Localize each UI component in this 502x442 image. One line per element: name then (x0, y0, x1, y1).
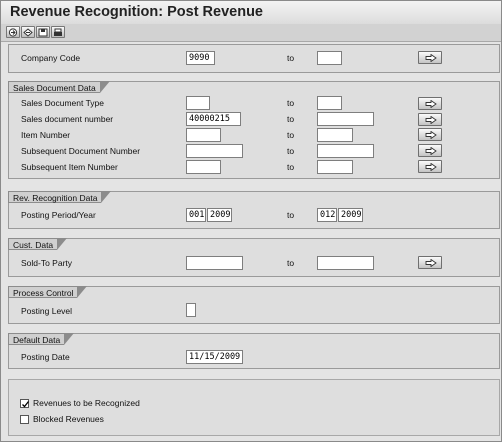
revenues-to-be-recognized-label: Revenues to be Recognized (33, 398, 140, 408)
rev-recognition-data-title: Rev. Recognition Data (8, 191, 112, 203)
default-data-title: Default Data (8, 333, 75, 345)
to-label: to (287, 98, 295, 108)
subsequent-item-number-multiple-selection-button[interactable] (418, 160, 442, 173)
subsequent-item-number-label: Subsequent Item Number (21, 162, 118, 172)
execute-button[interactable] (6, 26, 20, 38)
checkmark-icon (22, 401, 30, 408)
window-frame: Revenue Recognition: Post Revenue Compan… (0, 0, 502, 442)
to-label: to (287, 258, 295, 268)
posting-year-to-input[interactable]: 2009 (338, 208, 363, 222)
subsequent-document-number-to-input[interactable] (317, 144, 374, 158)
sold-to-party-label: Sold-To Party (21, 258, 73, 268)
arrow-right-icon (425, 131, 437, 139)
save-icon (38, 28, 48, 37)
posting-date-input[interactable]: 11/15/2009 (186, 350, 243, 364)
sales-document-type-to-input[interactable] (317, 96, 342, 110)
page-title: Revenue Recognition: Post Revenue (10, 4, 263, 20)
title-bar: Revenue Recognition: Post Revenue (1, 1, 501, 25)
sold-to-party-to-input[interactable] (317, 256, 374, 270)
variant-icon (23, 28, 33, 37)
arrow-right-icon (425, 116, 437, 124)
sales-document-number-label: Sales document number (21, 114, 114, 124)
sold-to-party-from-input[interactable] (186, 256, 243, 270)
to-label: to (287, 146, 295, 156)
subsequent-item-number-to-input[interactable] (317, 160, 353, 174)
subsequent-item-number-from-input[interactable] (186, 160, 221, 174)
get-variant-button[interactable] (21, 26, 35, 38)
item-number-from-input[interactable] (186, 128, 221, 142)
application-toolbar (1, 24, 501, 42)
process-control-title: Process Control (8, 286, 89, 298)
print-button[interactable] (51, 26, 65, 38)
rev-recognition-data-group: Rev. Recognition Data Posting Period/Yea… (8, 191, 500, 229)
company-code-label: Company Code (21, 53, 81, 63)
sales-document-data-group: Sales Document Data Sales Document Type … (8, 81, 500, 179)
to-label: to (287, 162, 295, 172)
subsequent-document-number-from-input[interactable] (186, 144, 243, 158)
to-label: to (287, 114, 295, 124)
item-number-label: Item Number (21, 130, 71, 140)
company-code-multiple-selection-button[interactable] (418, 51, 442, 64)
arrow-right-icon (425, 147, 437, 155)
process-control-group: Process Control Posting Level (8, 286, 500, 324)
sales-document-number-to-input[interactable] (317, 112, 374, 126)
to-label: to (287, 53, 295, 63)
to-label: to (287, 210, 295, 220)
company-code-block: Company Code 9090 to (8, 44, 500, 73)
item-number-multiple-selection-button[interactable] (418, 128, 442, 141)
arrow-right-icon (425, 163, 437, 171)
arrow-right-icon (425, 100, 437, 108)
cust-data-title: Cust. Data (8, 238, 68, 250)
posting-period-year-label: Posting Period/Year (21, 210, 96, 220)
posting-period-from-input[interactable]: 001 (186, 208, 206, 222)
arrow-right-icon (425, 259, 437, 267)
sales-document-type-multiple-selection-button[interactable] (418, 97, 442, 110)
revenues-to-be-recognized-checkbox[interactable] (20, 399, 30, 408)
sales-document-data-title: Sales Document Data (8, 81, 110, 93)
cust-data-group: Cust. Data Sold-To Party to (8, 238, 500, 277)
blocked-revenues-label: Blocked Revenues (33, 414, 104, 424)
sales-document-number-from-input[interactable]: 40000215 (186, 112, 241, 126)
company-code-to-input[interactable] (317, 51, 342, 65)
subsequent-document-number-label: Subsequent Document Number (21, 146, 141, 156)
sales-document-type-label: Sales Document Type (21, 98, 104, 108)
posting-period-to-input[interactable]: 012 (317, 208, 337, 222)
to-label: to (287, 130, 295, 140)
company-code-from-input[interactable]: 9090 (186, 51, 215, 65)
subsequent-document-number-multiple-selection-button[interactable] (418, 144, 442, 157)
posting-year-from-input[interactable]: 2009 (207, 208, 232, 222)
item-number-to-input[interactable] (317, 128, 353, 142)
posting-level-input[interactable] (186, 303, 196, 317)
default-data-group: Default Data Posting Date 11/15/2009 (8, 333, 500, 369)
save-variant-button[interactable] (36, 26, 50, 38)
posting-level-label: Posting Level (21, 306, 73, 316)
sales-document-type-from-input[interactable] (186, 96, 210, 110)
sold-to-party-multiple-selection-button[interactable] (418, 256, 442, 269)
selection-options-block: Revenues to be Recognized Blocked Revenu… (8, 379, 500, 436)
blocked-revenues-checkbox[interactable] (20, 415, 29, 424)
execute-icon (8, 28, 18, 37)
arrow-right-icon (425, 54, 437, 62)
sales-document-number-multiple-selection-button[interactable] (418, 113, 442, 126)
print-icon (54, 28, 62, 36)
posting-date-label: Posting Date (21, 352, 70, 362)
